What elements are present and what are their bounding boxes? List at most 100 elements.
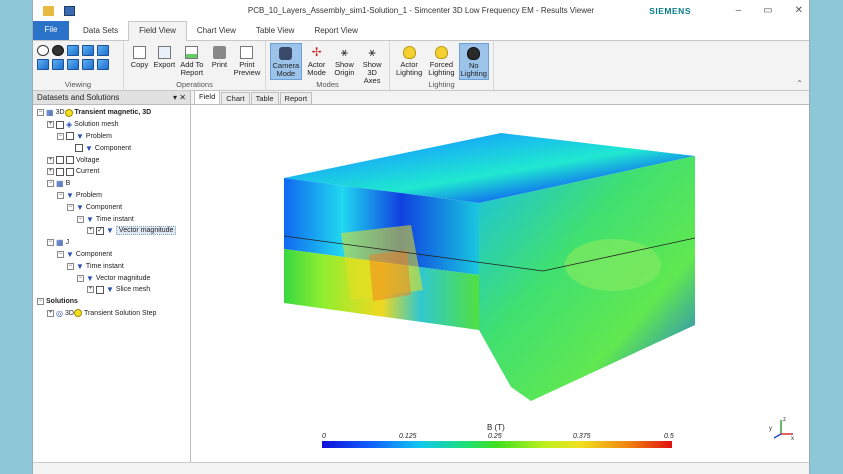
tree-label: Current [76,168,100,176]
minimize-button[interactable]: – [736,5,742,16]
grid-icon: ▦ [46,108,54,118]
collapse-ribbon-icon[interactable]: ⌃ [796,79,803,88]
tab-report-view[interactable]: Report View [304,22,367,40]
dataset-tree: − ▦ 3D Transient magnetic, 3D + ◈ Solution me… [33,105,190,319]
actor-mode-label: Actor Mode [307,60,326,77]
tree-row-root[interactable]: − ▦ 3D Transient magnetic, 3D [35,107,190,119]
tree-row-j-vector-magnitude[interactable]: − ▼ Vector magnitude [35,272,190,284]
rotate-icon[interactable] [52,45,64,56]
tab-chart-view[interactable]: Chart View [187,22,246,40]
step-icon: ◎ [56,308,63,318]
view-iso-icon[interactable] [82,59,94,70]
actor-lighting-button[interactable]: Actor Lighting [394,43,424,80]
print-preview-button[interactable]: Print Preview [233,43,261,80]
group-label-lighting: Lighting [428,80,455,89]
group-label-modes: Modes [316,80,339,89]
collapse-toggle[interactable]: − [77,215,84,223]
tab-file[interactable]: File [33,20,69,40]
tree-row-b[interactable]: − ▦ B [35,178,190,190]
tree-row-component[interactable]: ▼ Component [35,142,190,154]
collapse-toggle[interactable]: − [57,132,64,140]
checkbox-checked[interactable]: ✓ [96,226,104,235]
tree-row-b-problem[interactable]: − ▼ Problem [35,190,190,202]
expand-toggle[interactable]: + [47,309,54,317]
panel-pin-close[interactable]: ▾ ✕ [173,93,186,102]
show-origin-label: Show Origin [334,60,355,77]
view-fit-icon[interactable] [97,59,109,70]
forced-lighting-label: Forced Lighting [428,60,455,77]
checkbox[interactable] [66,156,74,165]
collapse-toggle[interactable]: − [67,203,74,211]
view-tab-field[interactable]: Field [194,90,221,104]
expand-toggle[interactable]: + [47,168,54,176]
view-tab-chart[interactable]: Chart [221,92,250,104]
close-button[interactable]: ✕ [795,5,803,16]
collapse-toggle[interactable]: − [57,250,64,258]
expand-toggle[interactable]: + [87,286,94,294]
tree-row-transient-step[interactable]: + ◎ 3D Transient Solution Step [35,308,190,320]
view-front-icon[interactable] [67,45,79,56]
checkbox[interactable] [56,120,64,129]
color-scale-bar [322,441,672,448]
expand-toggle[interactable]: + [47,121,54,129]
tree-row-slice-mesh[interactable]: + ▼ Slice mesh [35,284,190,296]
view-tab-table[interactable]: Table [250,92,279,104]
forced-lighting-button[interactable]: Forced Lighting [426,43,456,80]
expand-toggle[interactable]: + [47,156,54,164]
collapse-toggle[interactable]: − [47,180,54,188]
print-button[interactable]: Print [208,43,231,80]
checkbox[interactable] [56,167,64,176]
maximize-button[interactable]: ▭ [763,5,772,16]
show-3d-axes-button[interactable]: ⚹ Show 3D Axes [359,43,385,85]
view-left-icon[interactable] [52,59,64,70]
view-back-icon[interactable] [82,45,94,56]
export-button[interactable]: Export [153,43,176,80]
show-origin-button[interactable]: ⚹ Show Origin [331,43,357,80]
checkbox[interactable] [66,167,74,176]
tab-table-view[interactable]: Table View [246,22,305,40]
field-plot-3d[interactable] [191,105,810,462]
collapse-toggle[interactable]: − [37,109,44,117]
view-bottom-icon[interactable] [37,59,49,70]
field-viewport[interactable]: B (T) 0 0.125 0.25 0.375 0.5 z y x [191,105,809,462]
tree-row-solution-mesh[interactable]: + ◈ Solution mesh [35,119,190,131]
field-hotspot [565,239,661,291]
tree-row-j-component[interactable]: − ▼ Component [35,249,190,261]
tree-row-b-vector-magnitude[interactable]: + ✓ ▼ Vector magnitude [35,225,190,237]
tree-row-current[interactable]: + Current [35,166,190,178]
checkbox[interactable] [75,144,83,153]
expand-toggle[interactable]: + [87,227,94,235]
collapse-toggle[interactable]: − [57,191,64,199]
view-right-icon[interactable] [67,59,79,70]
collapse-toggle[interactable]: − [37,298,44,306]
tree-label: Time instant [95,215,134,223]
tree-row-j-time-instant[interactable]: − ▼ Time instant [35,260,190,272]
actor-mode-button[interactable]: ✢ Actor Mode [304,43,330,80]
collapse-toggle[interactable]: − [67,262,74,270]
checkbox[interactable] [66,132,74,141]
tree-row-b-time-instant[interactable]: − ▼ Time instant [35,213,190,225]
tree-row-voltage[interactable]: + Voltage [35,154,190,166]
view-top-icon[interactable] [97,45,109,56]
copy-button[interactable]: Copy [128,43,151,80]
tree-row-b-component[interactable]: − ▼ Component [35,201,190,213]
tree-row-problem[interactable]: − ▼ Problem [35,131,190,143]
zoom-icon[interactable] [37,45,49,56]
camera-mode-button[interactable]: Camera Mode [270,43,302,80]
tab-data-sets[interactable]: Data Sets [73,22,128,40]
legend-tick: 0.25 [488,433,502,440]
no-lighting-button[interactable]: No Lighting [458,43,489,80]
collapse-toggle[interactable]: − [47,239,54,247]
legend-tick: 0.375 [573,433,591,440]
tree-row-solutions[interactable]: − Solutions [35,296,190,308]
collapse-toggle[interactable]: − [77,274,84,282]
title-bar: PCB_10_Layers_Assembly_sim1-Solution_1 -… [33,0,809,21]
tab-field-view[interactable]: Field View [128,21,187,41]
tree-row-j[interactable]: − ▦ J [35,237,190,249]
view-tab-report[interactable]: Report [279,92,313,104]
add-to-report-button[interactable]: Add To Report [178,43,206,80]
tree-label: Component [75,250,113,258]
tree-label-selected: Vector magnitude [115,226,177,236]
checkbox[interactable] [56,156,64,165]
checkbox[interactable] [96,285,104,294]
